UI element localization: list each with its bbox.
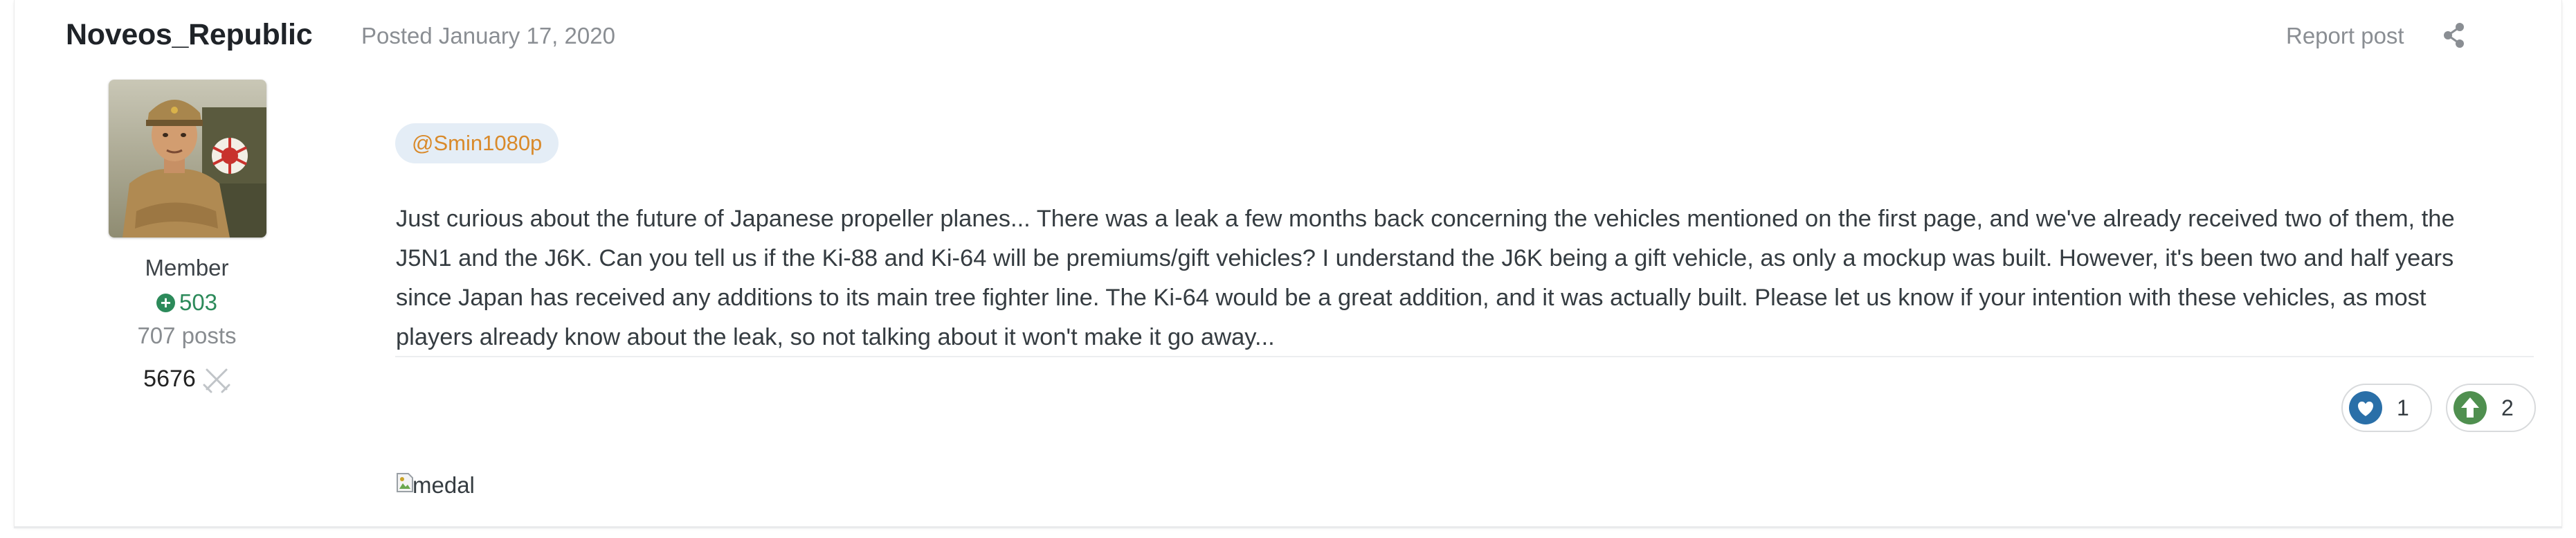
author-post-count: 707 posts: [137, 323, 237, 348]
crossed-swords-icon: [203, 366, 230, 400]
author-name[interactable]: Noveos_Republic: [66, 18, 313, 52]
user-mention[interactable]: @Smin1080p: [395, 123, 559, 163]
report-post-link[interactable]: Report post: [2286, 23, 2404, 49]
like-reaction-button[interactable]: 1: [2341, 384, 2432, 432]
upvote-reaction-button[interactable]: 2: [2446, 384, 2536, 432]
upvote-count: 2: [2501, 395, 2514, 420]
like-count: 1: [2397, 395, 2409, 420]
post-date[interactable]: Posted January 17, 2020: [361, 23, 615, 49]
plus-circle-icon: +: [156, 294, 175, 312]
content-divider: [395, 356, 2534, 357]
author-avatar[interactable]: [109, 80, 266, 237]
arrow-up-icon: [2453, 391, 2487, 424]
reputation-value: 503: [179, 289, 218, 315]
author-battles: 5676: [97, 366, 277, 400]
author-rank: Member: [145, 255, 229, 280]
share-icon[interactable]: [2443, 23, 2465, 48]
heart-icon: [2349, 391, 2382, 424]
battles-value: 5676: [143, 366, 196, 392]
medal-alt-text: medal: [412, 472, 475, 498]
post-divider: [14, 526, 2562, 528]
author-reputation[interactable]: +503: [97, 289, 277, 316]
post-body: Just curious about the future of Japanes…: [396, 206, 2455, 350]
